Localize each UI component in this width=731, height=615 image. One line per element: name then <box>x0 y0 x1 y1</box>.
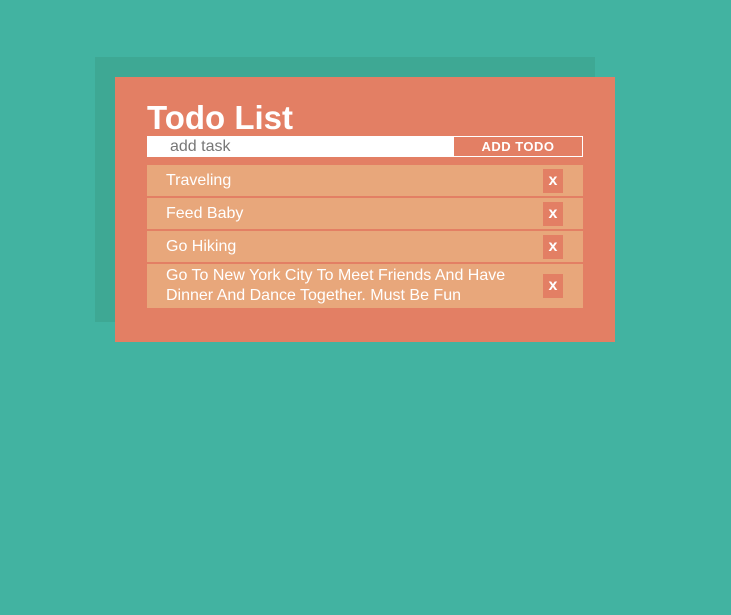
delete-todo-button[interactable]: x <box>543 234 563 259</box>
delete-todo-button[interactable]: x <box>543 274 563 298</box>
todo-card: Todo List ADD TODO Traveling x Feed Baby… <box>115 77 615 342</box>
task-input[interactable] <box>147 136 453 157</box>
add-todo-button[interactable]: ADD TODO <box>453 136 583 157</box>
todo-item: Go Hiking x <box>147 231 583 262</box>
delete-todo-button[interactable]: x <box>543 168 563 193</box>
delete-todo-button[interactable]: x <box>543 201 563 226</box>
page-title: Todo List <box>147 99 294 136</box>
todo-text: Go Hiking <box>166 237 237 255</box>
todo-text: Traveling <box>166 171 232 189</box>
add-todo-form: ADD TODO <box>147 136 583 157</box>
todo-item: Go To New York City To Meet Friends And … <box>147 264 583 308</box>
todo-text: Go To New York City To Meet Friends And … <box>166 267 506 304</box>
todo-text: Feed Baby <box>166 204 244 222</box>
todo-item: Feed Baby x <box>147 198 583 229</box>
todo-item: Traveling x <box>147 165 583 196</box>
todo-list: Traveling x Feed Baby x Go Hiking x Go T… <box>147 165 583 310</box>
